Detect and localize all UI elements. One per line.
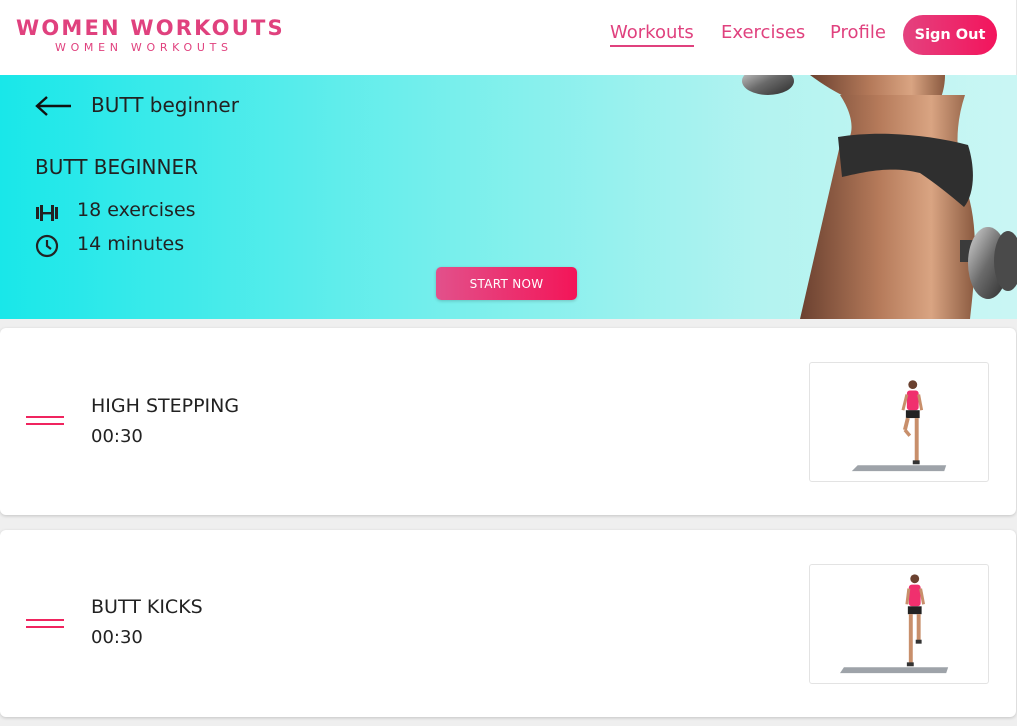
logo-subtitle: WOMEN WORKOUTS (55, 41, 233, 54)
exercise-name: BUTT KICKS (91, 596, 203, 618)
back-arrow-icon[interactable] (35, 95, 73, 117)
logo[interactable]: WOMEN WORKOUTS WOMEN WORKOUTS (16, 15, 306, 54)
dumbbell-icon (36, 205, 58, 221)
nav-workouts[interactable]: Workouts (610, 22, 694, 48)
exercise-count: 18 exercises (77, 199, 196, 221)
sign-out-button[interactable]: Sign Out (903, 15, 997, 55)
drag-handle-icon[interactable] (26, 414, 64, 428)
workout-title: BUTT BEGINNER (35, 155, 199, 179)
back-link-label[interactable]: BUTT beginner (91, 93, 239, 117)
logo-title: WOMEN WORKOUTS (16, 16, 285, 40)
exercise-thumbnail (809, 564, 989, 684)
exercise-thumbnail (809, 362, 989, 482)
hero-photo (742, 75, 1017, 319)
exercise-card[interactable]: BUTT KICKS 00:30 (0, 530, 1016, 717)
nav-profile[interactable]: Profile (830, 22, 886, 48)
exercise-duration: 00:30 (91, 426, 143, 447)
clock-icon (35, 234, 59, 258)
top-navbar: WOMEN WORKOUTS WOMEN WORKOUTS Workouts E… (0, 0, 1017, 75)
workout-hero-banner: BUTT beginner BUTT BEGINNER 18 exercises… (0, 75, 1017, 319)
exercise-duration: 00:30 (91, 627, 143, 648)
drag-handle-icon[interactable] (26, 617, 64, 631)
exercise-name: HIGH STEPPING (91, 395, 240, 417)
exercise-card[interactable]: HIGH STEPPING 00:30 (0, 328, 1016, 515)
nav-exercises[interactable]: Exercises (721, 22, 805, 48)
workout-duration: 14 minutes (77, 233, 185, 255)
start-now-button[interactable]: START NOW (436, 267, 577, 300)
